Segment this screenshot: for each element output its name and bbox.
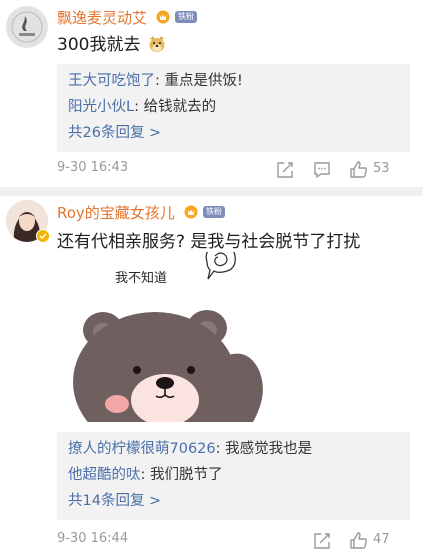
bear-sticker-image: 我不知道 bbox=[73, 252, 263, 422]
sticker-caption: 我不知道 bbox=[115, 270, 167, 286]
reply-item: 阳光小伙L: 给钱就去的 bbox=[68, 94, 399, 120]
reply-item: 撩人的柠檬很萌70626: 我感觉我也是 bbox=[68, 436, 399, 462]
more-replies-link[interactable]: 共14条回复 > bbox=[68, 488, 399, 514]
reply-text: : 重点是供饭! bbox=[155, 73, 243, 89]
like-count: 53 bbox=[373, 161, 390, 176]
reply-text: : 给钱就去的 bbox=[134, 99, 217, 115]
comment-text-content: 300我就去 bbox=[57, 35, 141, 55]
like-icon[interactable] bbox=[349, 531, 369, 551]
reply-box: 撩人的柠檬很萌70626: 我感觉我也是 他超酷的呔: 我们脱节了 共14条回复… bbox=[57, 432, 410, 520]
more-replies-link[interactable]: 共26条回复 > bbox=[68, 120, 399, 146]
comment-text: 还有代相亲服务? 是我与社会脱节了打扰 bbox=[57, 232, 361, 252]
reply-username[interactable]: 阳光小伙L bbox=[68, 99, 134, 115]
reply-username[interactable]: 他超酷的呔 bbox=[68, 467, 141, 483]
fan-badge: 铁粉 bbox=[203, 205, 225, 218]
reply-username[interactable]: 撩人的柠檬很萌70626 bbox=[68, 441, 216, 457]
user-badges: 铁粉 bbox=[155, 9, 197, 24]
avatar[interactable] bbox=[6, 6, 48, 48]
reply-username[interactable]: 王大可吃饱了 bbox=[68, 73, 155, 89]
verified-badge-icon bbox=[36, 229, 50, 243]
like-icon[interactable] bbox=[349, 160, 369, 180]
vip-crown-icon bbox=[184, 205, 198, 219]
reply-text: : 我们脱节了 bbox=[140, 467, 223, 483]
fan-badge: 铁粉 bbox=[175, 10, 197, 23]
reply-item: 王大可吃饱了: 重点是供饭! bbox=[68, 68, 399, 94]
comment-time: 9-30 16:43 bbox=[57, 160, 129, 175]
comment-feed: 飘逸麦灵动艾 铁粉 300我就去 王大可吃饱了: 重点是供饭! 阳光小伙L: 给… bbox=[0, 0, 423, 560]
vip-crown-icon bbox=[156, 10, 170, 24]
share-icon[interactable] bbox=[312, 531, 332, 551]
comment-username[interactable]: 飘逸麦灵动艾 bbox=[57, 7, 147, 28]
comment-username[interactable]: Roy的宝藏女孩儿 bbox=[57, 202, 175, 223]
comment-text: 300我就去 bbox=[57, 30, 166, 55]
reply-item: 他超酷的呔: 我们脱节了 bbox=[68, 462, 399, 488]
reply-box: 王大可吃饱了: 重点是供饭! 阳光小伙L: 给钱就去的 共26条回复 > bbox=[57, 64, 410, 152]
comment-meta: 9-30 16:43 53 bbox=[57, 160, 423, 180]
share-icon[interactable] bbox=[275, 160, 295, 180]
comment-icon[interactable] bbox=[312, 160, 332, 180]
comment-item: Roy的宝藏女孩儿 铁粉 还有代相亲服务? 是我与社会脱节了打扰 我不知道 撩人… bbox=[0, 196, 423, 560]
comment-item: 飘逸麦灵动艾 铁粉 300我就去 王大可吃饱了: 重点是供饭! 阳光小伙L: 给… bbox=[0, 0, 423, 187]
avatar-logo-icon bbox=[6, 6, 48, 48]
doge-icon bbox=[149, 36, 165, 52]
comment-divider bbox=[0, 187, 423, 196]
like-count: 47 bbox=[373, 532, 390, 547]
comment-meta: 9-30 16:44 47 bbox=[57, 531, 423, 551]
user-badges: 铁粉 bbox=[183, 204, 225, 219]
comment-time: 9-30 16:44 bbox=[57, 531, 129, 546]
reply-text: : 我感觉我也是 bbox=[215, 441, 313, 457]
